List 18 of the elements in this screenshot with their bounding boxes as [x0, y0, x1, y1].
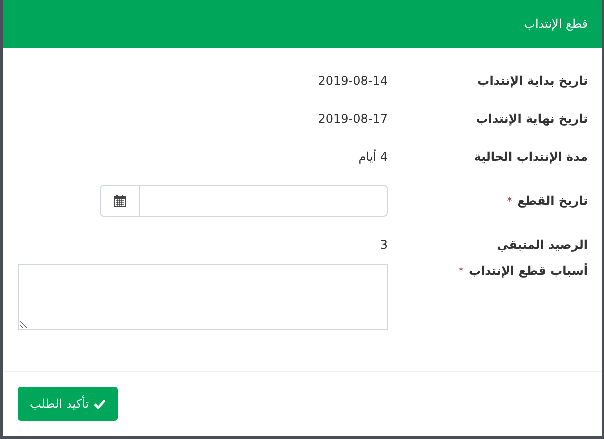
field-label: الرصيد المتبقي	[497, 238, 588, 252]
field-label: أسباب قطع الإنتداب	[468, 264, 588, 278]
required-marker: *	[507, 194, 513, 208]
field-value: 2019-08-17	[318, 112, 388, 126]
field-value: 3	[380, 238, 388, 252]
field-value: 4 أيام	[358, 150, 388, 164]
field-label: تاريخ نهاية الإنتداب	[476, 112, 588, 126]
calendar-icon	[114, 195, 126, 207]
confirm-button[interactable]: تأكيد الطلب	[18, 387, 118, 421]
dialog-title: قطع الإنتداب	[524, 17, 588, 31]
field-label: مدة الإنتداب الحالية	[474, 150, 588, 164]
check-icon	[94, 399, 106, 409]
field-value: 2019-08-14	[318, 74, 388, 88]
field-label: تاريخ بداية الإنتداب	[478, 74, 588, 88]
field-label: تاريخ القطع	[518, 194, 588, 208]
date-field[interactable]	[100, 185, 388, 217]
reasons-textarea[interactable]	[18, 264, 388, 330]
required-marker: *	[458, 264, 464, 278]
